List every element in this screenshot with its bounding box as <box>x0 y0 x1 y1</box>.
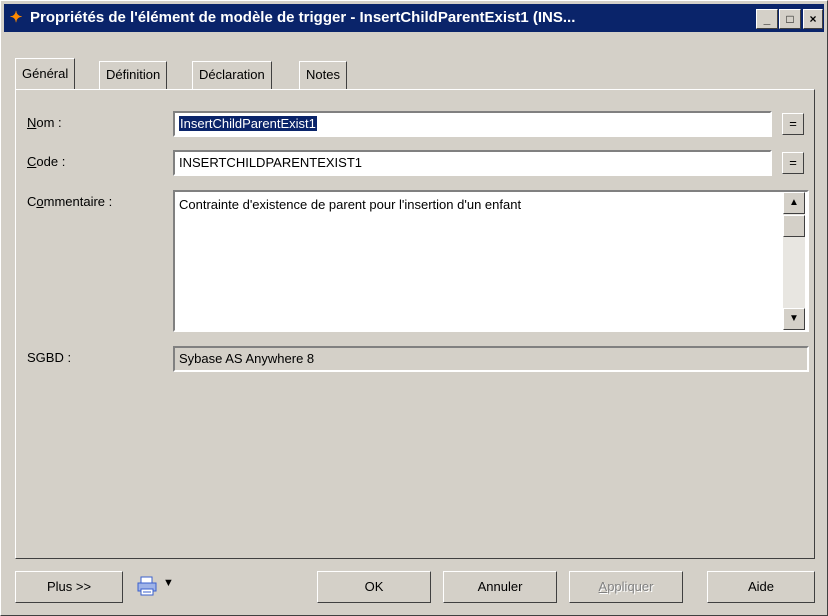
nom-label: Nom : <box>27 115 62 130</box>
tab-panel-general: Nom : InsertChildParentExist1 = Code : I… <box>15 89 815 559</box>
commentaire-value: Contrainte d'existence de parent pour l'… <box>179 197 522 212</box>
tab-definition[interactable]: Définition <box>99 61 168 89</box>
sgbd-field: Sybase AS Anywhere 8 <box>173 346 809 372</box>
trigger-app-icon: ✦ <box>9 9 23 26</box>
scroll-thumb[interactable] <box>783 215 805 237</box>
cancel-button[interactable]: Annuler <box>443 571 557 603</box>
properties-dialog: ✦ Propriétés de l'élément de modèle de t… <box>0 0 828 616</box>
tab-notes-label: Notes <box>306 67 340 82</box>
commentaire-label: Commentaire : <box>27 194 113 209</box>
code-label: Code : <box>27 154 66 169</box>
scroll-down-button[interactable]: ▼ <box>783 308 805 330</box>
help-button[interactable]: Aide <box>707 571 815 603</box>
sgbd-value: Sybase AS Anywhere 8 <box>179 351 315 366</box>
print-menu-button[interactable]: ▼ <box>137 571 187 603</box>
chevron-down-icon: ▼ <box>163 577 174 589</box>
window-title: Propriétés de l'élément de modèle de tri… <box>30 9 576 26</box>
maximize-button[interactable]: □ <box>779 9 801 29</box>
minimize-button[interactable]: _ <box>756 9 778 29</box>
code-value: INSERTCHILDPARENTEXIST1 <box>179 155 363 170</box>
more-button[interactable]: Plus >> <box>15 571 123 603</box>
code-input[interactable]: INSERTCHILDPARENTEXIST1 <box>173 150 772 176</box>
apply-button[interactable]: Appliquer <box>569 571 683 603</box>
code-sync-button[interactable]: = <box>782 152 804 174</box>
commentaire-textarea[interactable]: Contrainte d'existence de parent pour l'… <box>173 190 809 332</box>
nom-value: InsertChildParentExist1 <box>179 116 317 131</box>
scroll-up-button[interactable]: ▲ <box>783 192 805 214</box>
sgbd-label: SGBD : <box>27 350 72 365</box>
nom-input[interactable]: InsertChildParentExist1 <box>173 111 772 137</box>
tab-general-label: Général <box>22 66 69 81</box>
tab-general[interactable]: Général <box>15 58 76 89</box>
tab-declaration[interactable]: Déclaration <box>192 61 272 89</box>
tab-declaration-label: Déclaration <box>199 67 265 82</box>
commentaire-scrollbar[interactable]: ▲ ▼ <box>783 192 805 330</box>
tab-definition-label: Définition <box>106 67 161 82</box>
nom-sync-button[interactable]: = <box>782 113 804 135</box>
title-bar[interactable]: ✦ Propriétés de l'élément de modèle de t… <box>4 4 824 32</box>
ok-button[interactable]: OK <box>317 571 431 603</box>
print-icon <box>137 575 157 597</box>
close-button[interactable]: × <box>803 9 823 29</box>
tab-notes[interactable]: Notes <box>299 61 347 89</box>
